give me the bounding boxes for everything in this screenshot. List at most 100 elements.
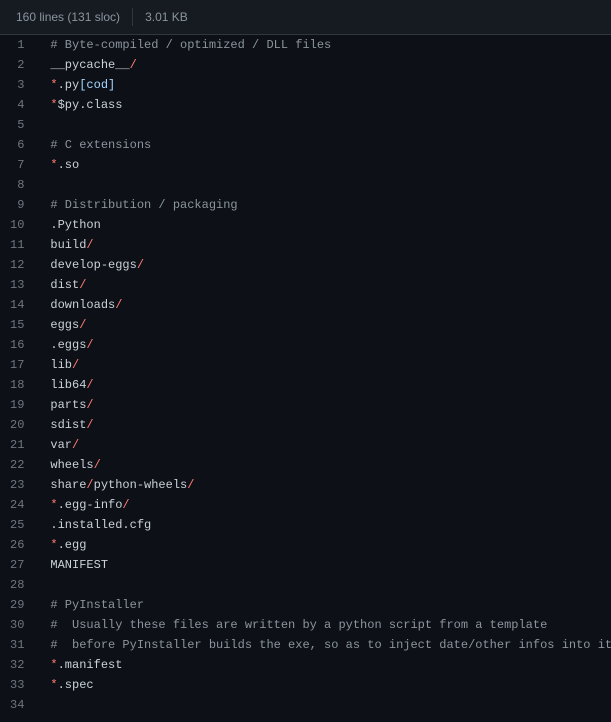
line-content[interactable]: # Usually these files are written by a p…	[34, 615, 611, 635]
line-content[interactable]: *.so	[34, 155, 611, 175]
line-number[interactable]: 18	[0, 375, 34, 395]
line-number[interactable]: 12	[0, 255, 34, 275]
line-number[interactable]: 4	[0, 95, 34, 115]
line-number[interactable]: 6	[0, 135, 34, 155]
code-line: 4*$py.class	[0, 95, 611, 115]
line-content[interactable]: *.egg	[34, 535, 611, 555]
line-content[interactable]: .installed.cfg	[34, 515, 611, 535]
line-content[interactable]: *$py.class	[34, 95, 611, 115]
line-number[interactable]: 30	[0, 615, 34, 635]
line-content[interactable]	[34, 695, 611, 715]
line-content[interactable]: .Python	[34, 215, 611, 235]
line-number[interactable]: 10	[0, 215, 34, 235]
line-number[interactable]: 31	[0, 635, 34, 655]
line-content[interactable]: *.egg-info/	[34, 495, 611, 515]
line-number[interactable]: 9	[0, 195, 34, 215]
code-token: # Usually these files are written by a p…	[50, 618, 547, 632]
line-number[interactable]: 2	[0, 55, 34, 75]
code-viewer[interactable]: 1 # Byte-compiled / optimized / DLL files…	[0, 35, 611, 715]
code-line: 16.eggs/	[0, 335, 611, 355]
code-line: 3*.py[cod]	[0, 75, 611, 95]
code-line: 6# C extensions	[0, 135, 611, 155]
code-token: /	[86, 338, 93, 352]
line-number[interactable]: 33	[0, 675, 34, 695]
line-content[interactable]: sdist/	[34, 415, 611, 435]
file-lines-sloc: 160 lines (131 sloc)	[16, 10, 120, 24]
line-number[interactable]: 24	[0, 495, 34, 515]
code-token: downloads	[50, 298, 115, 312]
code-token: /	[187, 478, 194, 492]
code-token: *	[50, 538, 57, 552]
code-line: 7*.so	[0, 155, 611, 175]
code-token: __pycache__	[50, 58, 129, 72]
code-token: /	[122, 498, 129, 512]
code-token: *	[50, 78, 57, 92]
line-number[interactable]: 19	[0, 395, 34, 415]
line-content[interactable]	[34, 115, 611, 135]
code-line: 13dist/	[0, 275, 611, 295]
code-token: MANIFEST	[50, 558, 108, 572]
code-token: $py.class	[58, 98, 123, 112]
line-number[interactable]: 17	[0, 355, 34, 375]
code-line: 28	[0, 575, 611, 595]
line-content[interactable]: MANIFEST	[34, 555, 611, 575]
line-number[interactable]: 32	[0, 655, 34, 675]
line-content[interactable]: downloads/	[34, 295, 611, 315]
line-number[interactable]: 16	[0, 335, 34, 355]
line-content[interactable]	[34, 175, 611, 195]
file-size: 3.01 KB	[145, 10, 188, 24]
line-number[interactable]: 22	[0, 455, 34, 475]
line-number[interactable]: 27	[0, 555, 34, 575]
line-content[interactable]: __pycache__/	[34, 55, 611, 75]
line-content[interactable]: .eggs/	[34, 335, 611, 355]
line-number[interactable]: 5	[0, 115, 34, 135]
line-content[interactable]: *.spec	[34, 675, 611, 695]
code-line: 12develop-eggs/	[0, 255, 611, 275]
line-content[interactable]: lib/	[34, 355, 611, 375]
line-content[interactable]: # Byte-compiled / optimized / DLL files	[34, 35, 611, 55]
line-content[interactable]: lib64/	[34, 375, 611, 395]
line-number[interactable]: 11	[0, 235, 34, 255]
code-line: 1 # Byte-compiled / optimized / DLL files	[0, 35, 611, 55]
line-number[interactable]: 29	[0, 595, 34, 615]
line-number[interactable]: 28	[0, 575, 34, 595]
line-number[interactable]: 13	[0, 275, 34, 295]
line-content[interactable]: *.manifest	[34, 655, 611, 675]
line-content[interactable]: parts/	[34, 395, 611, 415]
line-content[interactable]: # Distribution / packaging	[34, 195, 611, 215]
line-number[interactable]: 23	[0, 475, 34, 495]
code-table: 1 # Byte-compiled / optimized / DLL files…	[0, 35, 611, 715]
line-number[interactable]: 3	[0, 75, 34, 95]
line-number[interactable]: 21	[0, 435, 34, 455]
line-number[interactable]: 8	[0, 175, 34, 195]
line-content[interactable]: # C extensions	[34, 135, 611, 155]
line-number[interactable]: 7	[0, 155, 34, 175]
line-number[interactable]: 20	[0, 415, 34, 435]
code-token: build	[50, 238, 86, 252]
code-token: /	[86, 398, 93, 412]
code-line: 26*.egg	[0, 535, 611, 555]
line-content[interactable]: var/	[34, 435, 611, 455]
line-number[interactable]: 15	[0, 315, 34, 335]
code-token: /	[137, 258, 144, 272]
code-token: *	[50, 498, 57, 512]
line-number[interactable]: 25	[0, 515, 34, 535]
line-content[interactable]	[34, 575, 611, 595]
line-number[interactable]: 34	[0, 695, 34, 715]
line-content[interactable]: # before PyInstaller builds the exe, so …	[34, 635, 611, 655]
line-content[interactable]: share/python-wheels/	[34, 475, 611, 495]
line-number[interactable]: 1	[0, 35, 34, 55]
line-content[interactable]: build/	[34, 235, 611, 255]
line-number[interactable]: 26	[0, 535, 34, 555]
code-token: # Byte-compiled / optimized / DLL files	[50, 38, 331, 52]
line-number[interactable]: 14	[0, 295, 34, 315]
line-content[interactable]: *.py[cod]	[34, 75, 611, 95]
line-content[interactable]: wheels/	[34, 455, 611, 475]
line-content[interactable]: dist/	[34, 275, 611, 295]
line-content[interactable]: # PyInstaller	[34, 595, 611, 615]
code-token: [cod]	[79, 78, 115, 92]
line-content[interactable]: develop-eggs/	[34, 255, 611, 275]
code-token: /	[79, 278, 86, 292]
code-line: 19parts/	[0, 395, 611, 415]
line-content[interactable]: eggs/	[34, 315, 611, 335]
